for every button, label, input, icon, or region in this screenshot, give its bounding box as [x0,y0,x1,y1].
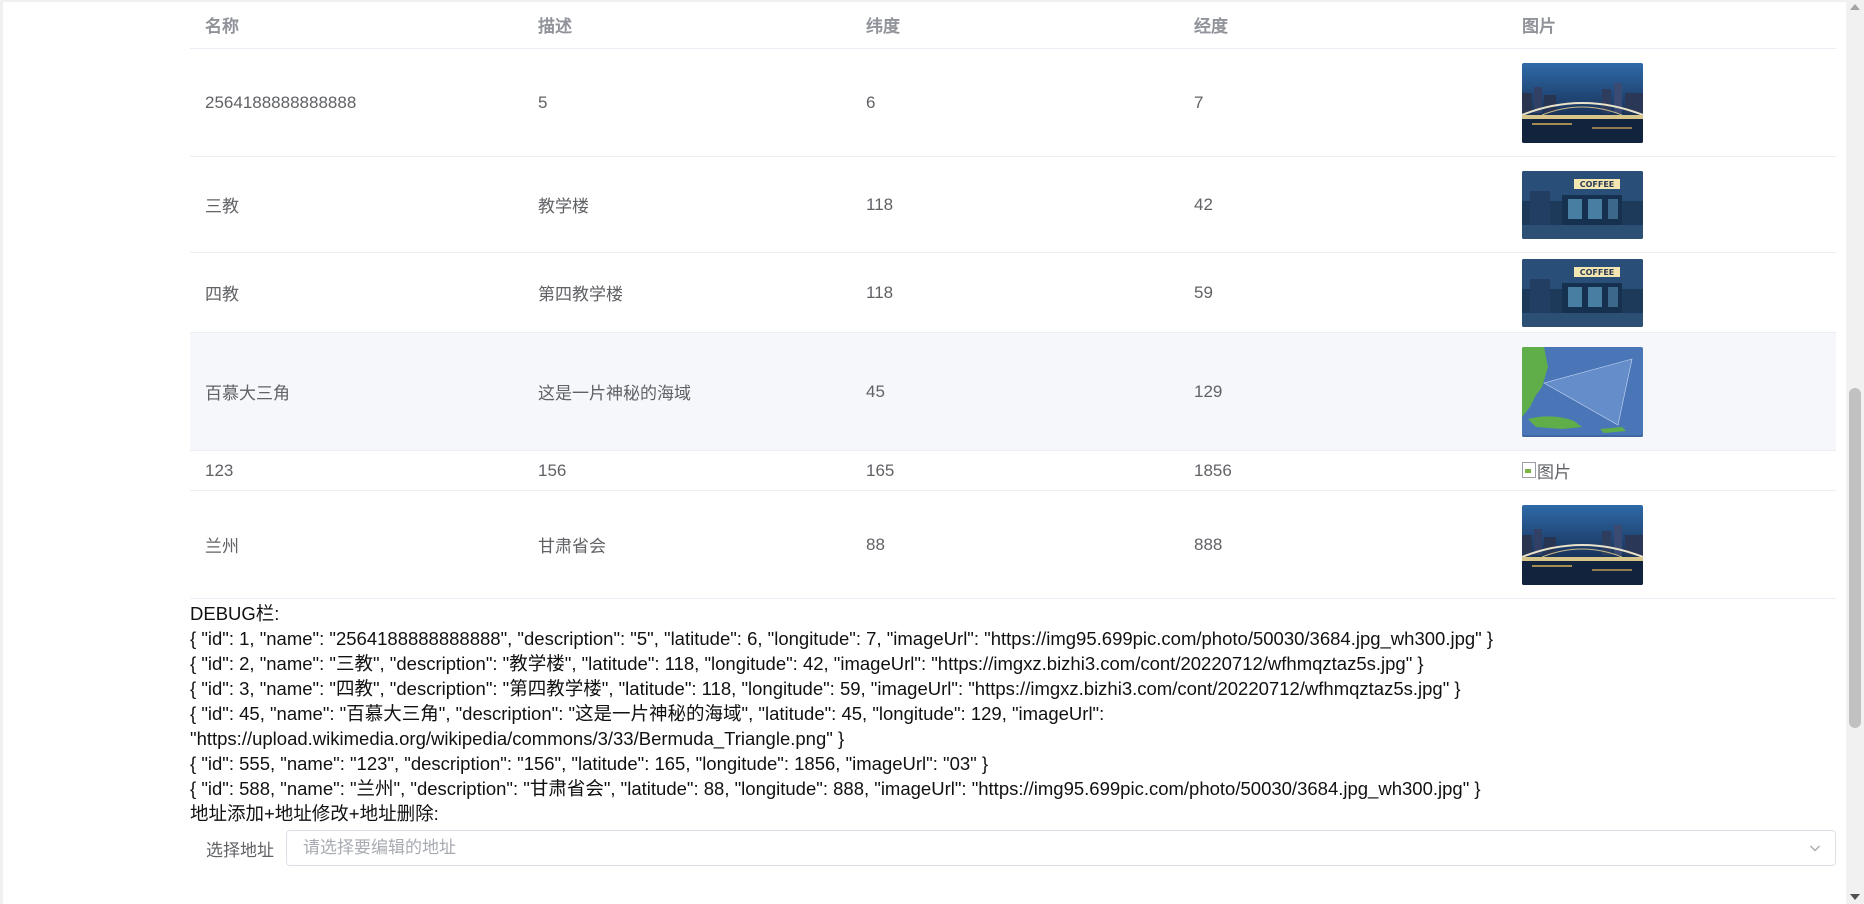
table-row[interactable]: 四教 第四教学楼 118 59 COFFEE [190,252,1836,333]
cell-longitude: 129 [1179,332,1507,451]
cell-name: 百慕大三角 [190,332,523,451]
cell-description: 第四教学楼 [523,252,851,333]
debug-line: { "id": 3, "name": "四教", "description": … [190,678,1461,699]
debug-line: { "id": 2, "name": "三教", "description": … [190,653,1424,674]
debug-line: { "id": 555, "name": "123", "description… [190,753,989,774]
header-longitude: 经度 [1179,0,1507,49]
address-section-label: 地址添加+地址修改+地址删除: [190,803,439,824]
cell-longitude: 7 [1179,48,1507,157]
debug-line: { "id": 1, "name": "2564188888888888", "… [190,628,1494,649]
cell-image: COFFEE [1507,252,1836,333]
cell-latitude: 45 [851,332,1179,451]
header-description: 描述 [523,0,851,49]
address-select-input[interactable] [301,837,1785,859]
city-bridge-image[interactable] [1522,62,1643,143]
main-content: 名称 描述 纬度 经度 图片 2564188888888888 5 6 7 三教… [190,0,1836,867]
debug-line: { "id": 588, "name": "兰州", "description"… [190,778,1481,799]
scroll-up-arrow-icon[interactable] [1850,4,1860,10]
table-header-row: 名称 描述 纬度 经度 图片 [190,0,1836,49]
broken-image-icon [1522,462,1536,479]
address-table: 名称 描述 纬度 经度 图片 2564188888888888 5 6 7 三教… [190,0,1836,599]
cell-longitude: 888 [1179,490,1507,599]
header-latitude: 纬度 [851,0,1179,49]
cell-description: 教学楼 [523,156,851,253]
cell-latitude: 6 [851,48,1179,157]
table-row[interactable]: 百慕大三角 这是一片神秘的海域 45 129 [190,332,1836,451]
cell-latitude: 165 [851,450,1179,491]
cell-name: 兰州 [190,490,523,599]
cell-image: COFFEE [1507,156,1836,253]
cell-image [1507,48,1836,157]
cell-latitude: 118 [851,156,1179,253]
bermuda-map-image[interactable] [1522,346,1643,437]
scroll-down-arrow-icon[interactable] [1850,894,1860,900]
cell-description: 5 [523,48,851,157]
table-row[interactable]: 123 156 165 1856 图片 [190,450,1836,491]
svg-text:COFFEE: COFFEE [1580,268,1615,277]
cell-latitude: 88 [851,490,1179,599]
debug-title: DEBUG栏: [190,603,280,624]
broken-image[interactable]: 图片 [1522,458,1571,483]
cell-image: 图片 [1507,450,1836,491]
header-name: 名称 [190,0,523,49]
table-row[interactable]: 2564188888888888 5 6 7 [190,48,1836,157]
cell-longitude: 59 [1179,252,1507,333]
cell-description: 这是一片神秘的海域 [523,332,851,451]
address-select-label: 选择地址 [206,840,274,860]
frame-left-edge [0,0,3,904]
cell-image [1507,332,1836,451]
cell-name: 123 [190,450,523,491]
address-select[interactable] [286,830,1836,866]
coffee-shop-image[interactable]: COFFEE [1522,258,1643,327]
debug-panel: DEBUG栏: { "id": 1, "name": "256418888888… [190,601,1836,826]
table-row[interactable]: 三教 教学楼 118 42 COFFEE [190,156,1836,253]
debug-line: "https://upload.wikimedia.org/wikipedia/… [190,728,845,749]
page: 名称 描述 纬度 经度 图片 2564188888888888 5 6 7 三教… [0,0,1864,904]
cell-name: 2564188888888888 [190,48,523,157]
cell-description: 156 [523,450,851,491]
table-row[interactable]: 兰州 甘肃省会 88 888 [190,490,1836,599]
coffee-shop-image[interactable]: COFFEE [1522,170,1643,239]
svg-text:COFFEE: COFFEE [1580,180,1615,189]
cell-latitude: 118 [851,252,1179,333]
cell-image [1507,490,1836,599]
cell-longitude: 42 [1179,156,1507,253]
vertical-scrollbar[interactable] [1846,0,1864,904]
header-image: 图片 [1507,0,1836,49]
cell-name: 四教 [190,252,523,333]
cell-name: 三教 [190,156,523,253]
broken-image-alt: 图片 [1537,462,1571,482]
chevron-down-icon [1810,845,1820,852]
debug-line: { "id": 45, "name": "百慕大三角", "descriptio… [190,703,1105,724]
address-select-row: 选择地址 [190,829,1836,867]
city-bridge-image[interactable] [1522,504,1643,585]
scrollbar-thumb[interactable] [1849,388,1861,728]
cell-description: 甘肃省会 [523,490,851,599]
cell-longitude: 1856 [1179,450,1507,491]
